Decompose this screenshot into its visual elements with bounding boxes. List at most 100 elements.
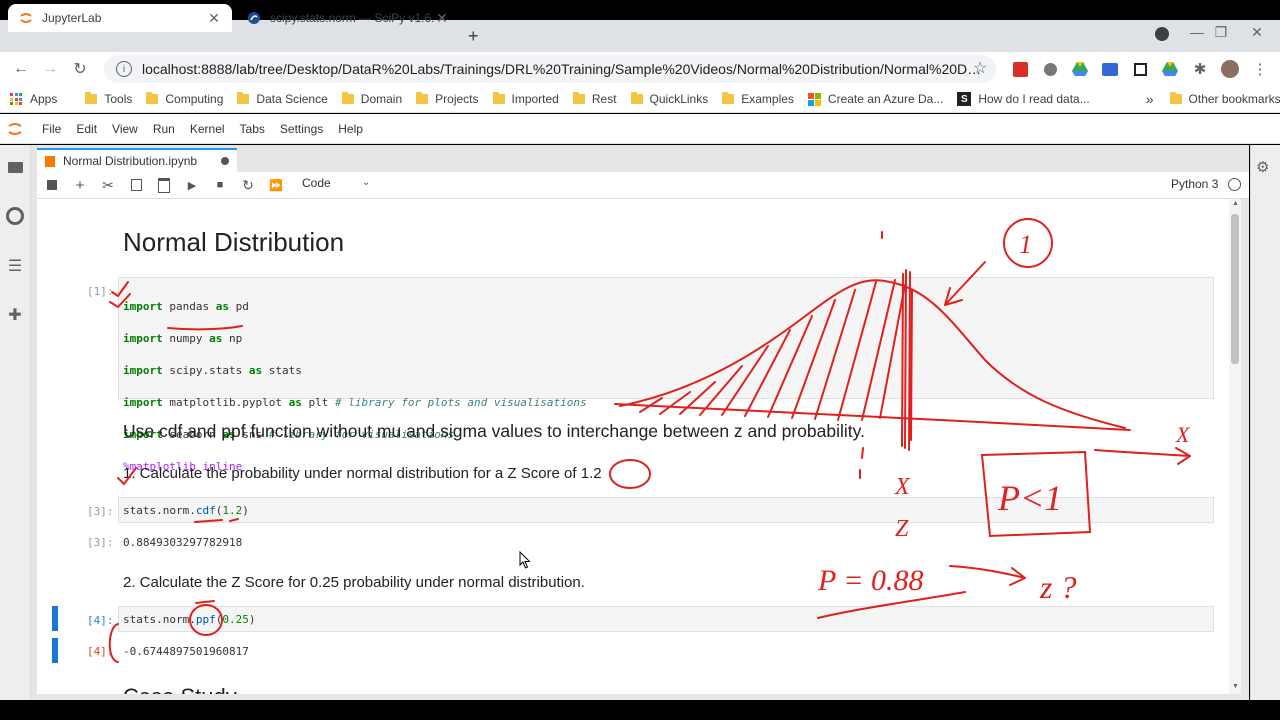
code-cell-3-source[interactable]: stats.norm.cdf(1.2) [123, 503, 249, 519]
folder-icon [416, 92, 429, 104]
menu-edit[interactable]: Edit [76, 122, 97, 136]
jupyter-menubar: File Edit View Run Kernel Tabs Settings … [0, 114, 1280, 144]
menu-tabs[interactable]: Tabs [240, 122, 265, 136]
drive-extension-2-icon[interactable] [1160, 59, 1180, 79]
bookmarks-overflow-chevron[interactable]: » [1146, 91, 1154, 107]
code-line: import numpy as np [123, 332, 243, 345]
left-sidebar [0, 145, 31, 700]
bookmark-projects[interactable]: Projects [416, 92, 479, 106]
cell-3-input-prompt: [3]: [87, 505, 114, 518]
scipy-favicon-icon [246, 10, 262, 26]
folder-icon [341, 92, 354, 104]
info-icon[interactable]: i [116, 61, 132, 77]
bookmark-azure[interactable]: Create an Azure Da... [807, 92, 943, 106]
address-bar[interactable]: i localhost:8888/lab/tree/Desktop/DataR%… [104, 55, 996, 83]
chevron-down-icon[interactable]: ⌄ [362, 177, 370, 188]
cell-3-output: 0.8849303297782918 [123, 536, 243, 549]
extension-square-icon[interactable] [1130, 59, 1150, 79]
menu-kernel[interactable]: Kernel [190, 122, 225, 136]
kernel-status-idle-icon [1228, 178, 1241, 191]
bookmark-quicklinks[interactable]: QuickLinks [630, 92, 708, 106]
menu-run[interactable]: Run [153, 122, 175, 136]
code-cell-1-source[interactable]: import pandas as pd import numpy as np i… [123, 283, 587, 491]
avatar[interactable] [1220, 59, 1240, 79]
menu-help[interactable]: Help [338, 122, 363, 136]
close-window-icon[interactable]: ✕ [1242, 20, 1272, 44]
cut-scissors-icon[interactable]: ✂ [98, 175, 118, 195]
back-arrow-icon[interactable]: ← [8, 56, 34, 82]
bookmark-imported[interactable]: Imported [492, 92, 559, 106]
close-icon[interactable]: ✕ [206, 10, 222, 27]
notebook-icon [45, 155, 55, 167]
profile-menu-icon[interactable] [1155, 27, 1169, 41]
save-icon[interactable] [42, 175, 62, 195]
extension-circle-icon[interactable] [1040, 59, 1060, 79]
notebook-tab-title: Normal Distribution.ipynb [63, 154, 198, 168]
markdown-question-2: 2. Calculate the Z Score for 0.25 probab… [123, 574, 585, 591]
puzzle-extensions-icon[interactable]: ✱ [1190, 59, 1210, 79]
bookmark-tools[interactable]: Tools [85, 92, 132, 106]
running-kernels-icon[interactable] [5, 206, 25, 226]
scroll-up-arrow-icon[interactable]: ▲ [1232, 200, 1239, 207]
bookmark-rest[interactable]: Rest [572, 92, 617, 106]
code-line: import matplotlib.pyplot as plt # librar… [123, 396, 587, 409]
bookmark-star-icon[interactable]: ☆ [973, 58, 987, 78]
kernel-name[interactable]: Python 3 [1171, 177, 1218, 191]
cell-3-output-prompt: [3]: [87, 536, 114, 549]
notebook-tab[interactable]: Normal Distribution.ipynb [37, 148, 237, 172]
active-cell-indicator[interactable] [52, 606, 58, 631]
active-output-indicator[interactable] [52, 638, 58, 663]
folder-icon [722, 92, 735, 104]
cell-4-output: -0.6744897501960817 [123, 645, 249, 658]
property-inspector-gear-icon[interactable]: ⚙ [1256, 158, 1269, 176]
restore-icon[interactable]: ❐ [1206, 20, 1236, 44]
code-line: import scipy.stats as stats [123, 364, 302, 377]
table-of-contents-icon[interactable]: ☰ [5, 256, 25, 276]
pdf-extension-icon[interactable] [1010, 59, 1030, 79]
menu-file[interactable]: File [42, 122, 61, 136]
scrollbar-thumb[interactable] [1231, 214, 1239, 364]
bookmark-apps[interactable]: Apps [10, 92, 57, 106]
drive-extension-icon[interactable] [1070, 59, 1090, 79]
paste-clipboard-icon[interactable] [154, 175, 174, 195]
microsoft-logo-icon [807, 92, 821, 106]
case-study-heading: Case Study [123, 684, 237, 694]
code-cell-4-source[interactable]: stats.norm.ppf(0.25) [123, 612, 255, 628]
folder-icon [146, 92, 159, 104]
restart-run-all-fast-forward-icon[interactable]: ⏩ [266, 175, 286, 195]
more-menu-icon[interactable]: ⋮ [1250, 59, 1270, 79]
code-cell-4[interactable] [118, 606, 1214, 632]
copy-icon[interactable] [126, 175, 146, 195]
bookmark-how-read-data[interactable]: S How do I read data... [957, 92, 1090, 106]
right-sidebar [1250, 145, 1280, 700]
bookmark-data-science[interactable]: Data Science [237, 92, 328, 106]
insert-cell-plus-icon[interactable]: + [70, 175, 90, 195]
extension-manager-icon[interactable]: ✚ [5, 305, 25, 325]
cell-4-output-prompt: [4]: [87, 645, 114, 658]
bookmark-domain[interactable]: Domain [341, 92, 402, 106]
cell-type-select[interactable]: Code [302, 176, 331, 190]
reload-icon[interactable]: ↻ [67, 56, 93, 82]
bookmark-other[interactable]: Other bookmarks [1169, 92, 1280, 106]
new-tab-plus-icon[interactable]: + [468, 26, 479, 47]
browser-tab-jupyterlab[interactable]: JupyterLab ✕ [8, 4, 232, 32]
menu-view[interactable]: View [112, 122, 138, 136]
browser-tab-scipy[interactable]: scipy.stats.norm — SciPy v1.6.3 R ✕ [236, 4, 460, 32]
run-play-icon[interactable]: ▶ [182, 175, 202, 195]
bookmarks-bar: Apps Tools Computing Data Science Domain… [0, 86, 1280, 113]
bookmark-examples[interactable]: Examples [722, 92, 794, 106]
scroll-down-arrow-icon[interactable]: ▼ [1232, 683, 1239, 690]
bookmark-computing[interactable]: Computing [146, 92, 223, 106]
folder-icon [237, 92, 250, 104]
close-icon[interactable]: ✕ [434, 10, 450, 27]
forward-arrow-icon[interactable]: → [37, 56, 63, 82]
url-text: localhost:8888/lab/tree/Desktop/DataR%20… [142, 61, 984, 77]
code-cell-3[interactable] [118, 497, 1214, 523]
interrupt-stop-icon[interactable]: ■ [210, 175, 230, 195]
unsaved-dot-icon[interactable] [221, 157, 229, 165]
menu-settings[interactable]: Settings [280, 122, 323, 136]
folder-browser-icon[interactable] [5, 157, 25, 177]
restart-kernel-icon[interactable]: ↻ [238, 175, 258, 195]
folder-icon [492, 92, 505, 104]
extension-blue-icon[interactable] [1100, 59, 1120, 79]
